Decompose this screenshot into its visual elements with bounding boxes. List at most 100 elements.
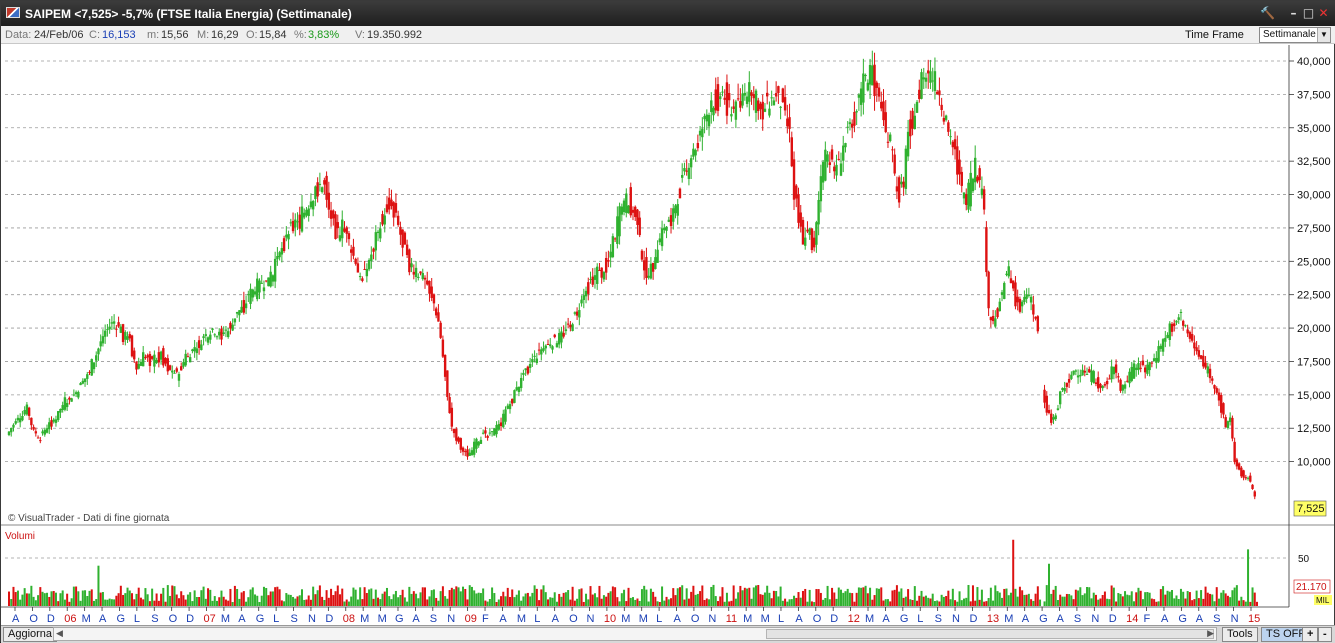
volume-bar [716,601,719,606]
candle-body [866,82,870,91]
volume-bar [486,601,489,606]
volume-bar [341,588,344,606]
volume-bar [573,600,576,606]
candle-body [730,114,733,117]
candle-body [54,419,58,423]
scroll-right-icon[interactable]: ▶ [1207,628,1214,639]
volume-bar [457,587,460,606]
candle-body [296,221,299,223]
minimize-icon[interactable]: – [1286,6,1301,21]
volume-bar [157,600,160,606]
volume-bar [224,599,227,606]
volume-bar [954,600,957,606]
candle-body [927,70,930,74]
candle-body [481,432,485,434]
volume-bar [1045,585,1048,606]
volume-bar [701,585,704,606]
candle-body [1213,385,1216,389]
candle-body [461,447,465,452]
horizontal-scrollbar[interactable]: ◀ ▶ [53,627,1217,641]
volume-bar [810,601,813,606]
candle-body [862,73,865,103]
price-chart[interactable]: 40,000 37,500 35,000 32,500 30,000 27,500 25,0… [1,45,1334,625]
volume-bar [1135,592,1138,606]
chevron-down-icon[interactable]: ▼ [1317,28,1330,42]
candle-body [325,175,328,200]
volume-bar [146,594,149,606]
volume-bar [611,586,614,606]
volume-bar [734,598,737,606]
refresh-button[interactable]: Aggiorna [3,627,58,642]
volume-bar [256,595,259,606]
volume-bar [1229,597,1232,606]
candle-body [719,96,722,100]
volume-bar [1115,601,1118,606]
volume-bar [1238,600,1241,606]
volume-bar [122,594,125,606]
candle-body [850,123,854,128]
candle-body [135,361,138,370]
candle-body [282,238,286,252]
volume-bar [840,589,842,606]
candle-body [723,97,726,100]
volume-bar [538,600,541,606]
candle-body [602,272,606,280]
candle-body [477,441,480,446]
volume-bar [410,593,413,606]
candle-body [499,422,503,427]
candle-body [848,122,852,125]
candle-body [168,365,172,370]
volume-bar [1128,595,1131,606]
volume-bar [654,596,657,606]
candle-body [43,429,46,435]
tools-hammer-icon[interactable]: 🔨 [1260,6,1275,21]
candle-body [186,356,190,358]
scroll-left-icon[interactable]: ◀ [56,628,63,639]
candle-body [1237,463,1241,470]
candle-body [1249,475,1252,482]
candle-body [1029,296,1033,303]
volume-bar [54,592,57,606]
volume-bar [544,592,547,606]
volume-bar [356,599,359,606]
candle-body [166,358,169,372]
candle-body [1224,417,1227,428]
volume-bar [1193,599,1196,606]
candle-body [238,310,241,316]
volume-bar [956,601,959,606]
volume-bar [249,589,252,606]
candle-body [1228,417,1232,423]
maximize-icon[interactable]: □ [1301,6,1316,21]
scroll-thumb[interactable] [766,629,1214,639]
x-tick-label: M [621,613,630,625]
zoom-in-button[interactable]: + [1302,627,1319,642]
candle-body [468,452,471,456]
zoom-out-button[interactable]: - [1318,627,1332,642]
candle-body [696,142,700,149]
x-tick-label: A [1196,613,1204,625]
candle-body [171,370,174,373]
volume-bar [620,593,623,606]
candle-body [569,324,572,328]
candle-body [951,141,955,148]
candle-body [1132,363,1136,379]
candle-body [287,234,290,240]
volume-bar [381,593,384,606]
candle-body [32,426,35,430]
candle-body [736,98,740,100]
x-tick-label: M [743,613,752,625]
candle-body [842,145,845,161]
volume-bar [309,599,312,606]
volume-bar [368,589,371,606]
volume-bar [871,599,874,606]
timeframe-select[interactable]: Settimanale ▼ [1259,27,1331,43]
candle-body [182,362,185,367]
watermark: © VisualTrader - Dati di fine giornata [8,513,170,524]
volume-bar [777,596,780,606]
volume-bar [755,585,758,606]
tools-button[interactable]: Tools [1222,627,1258,642]
volume-bar [305,599,308,606]
candle-body [1161,339,1165,352]
volume-bar [171,585,174,606]
close-icon[interactable]: ✕ [1316,6,1331,21]
